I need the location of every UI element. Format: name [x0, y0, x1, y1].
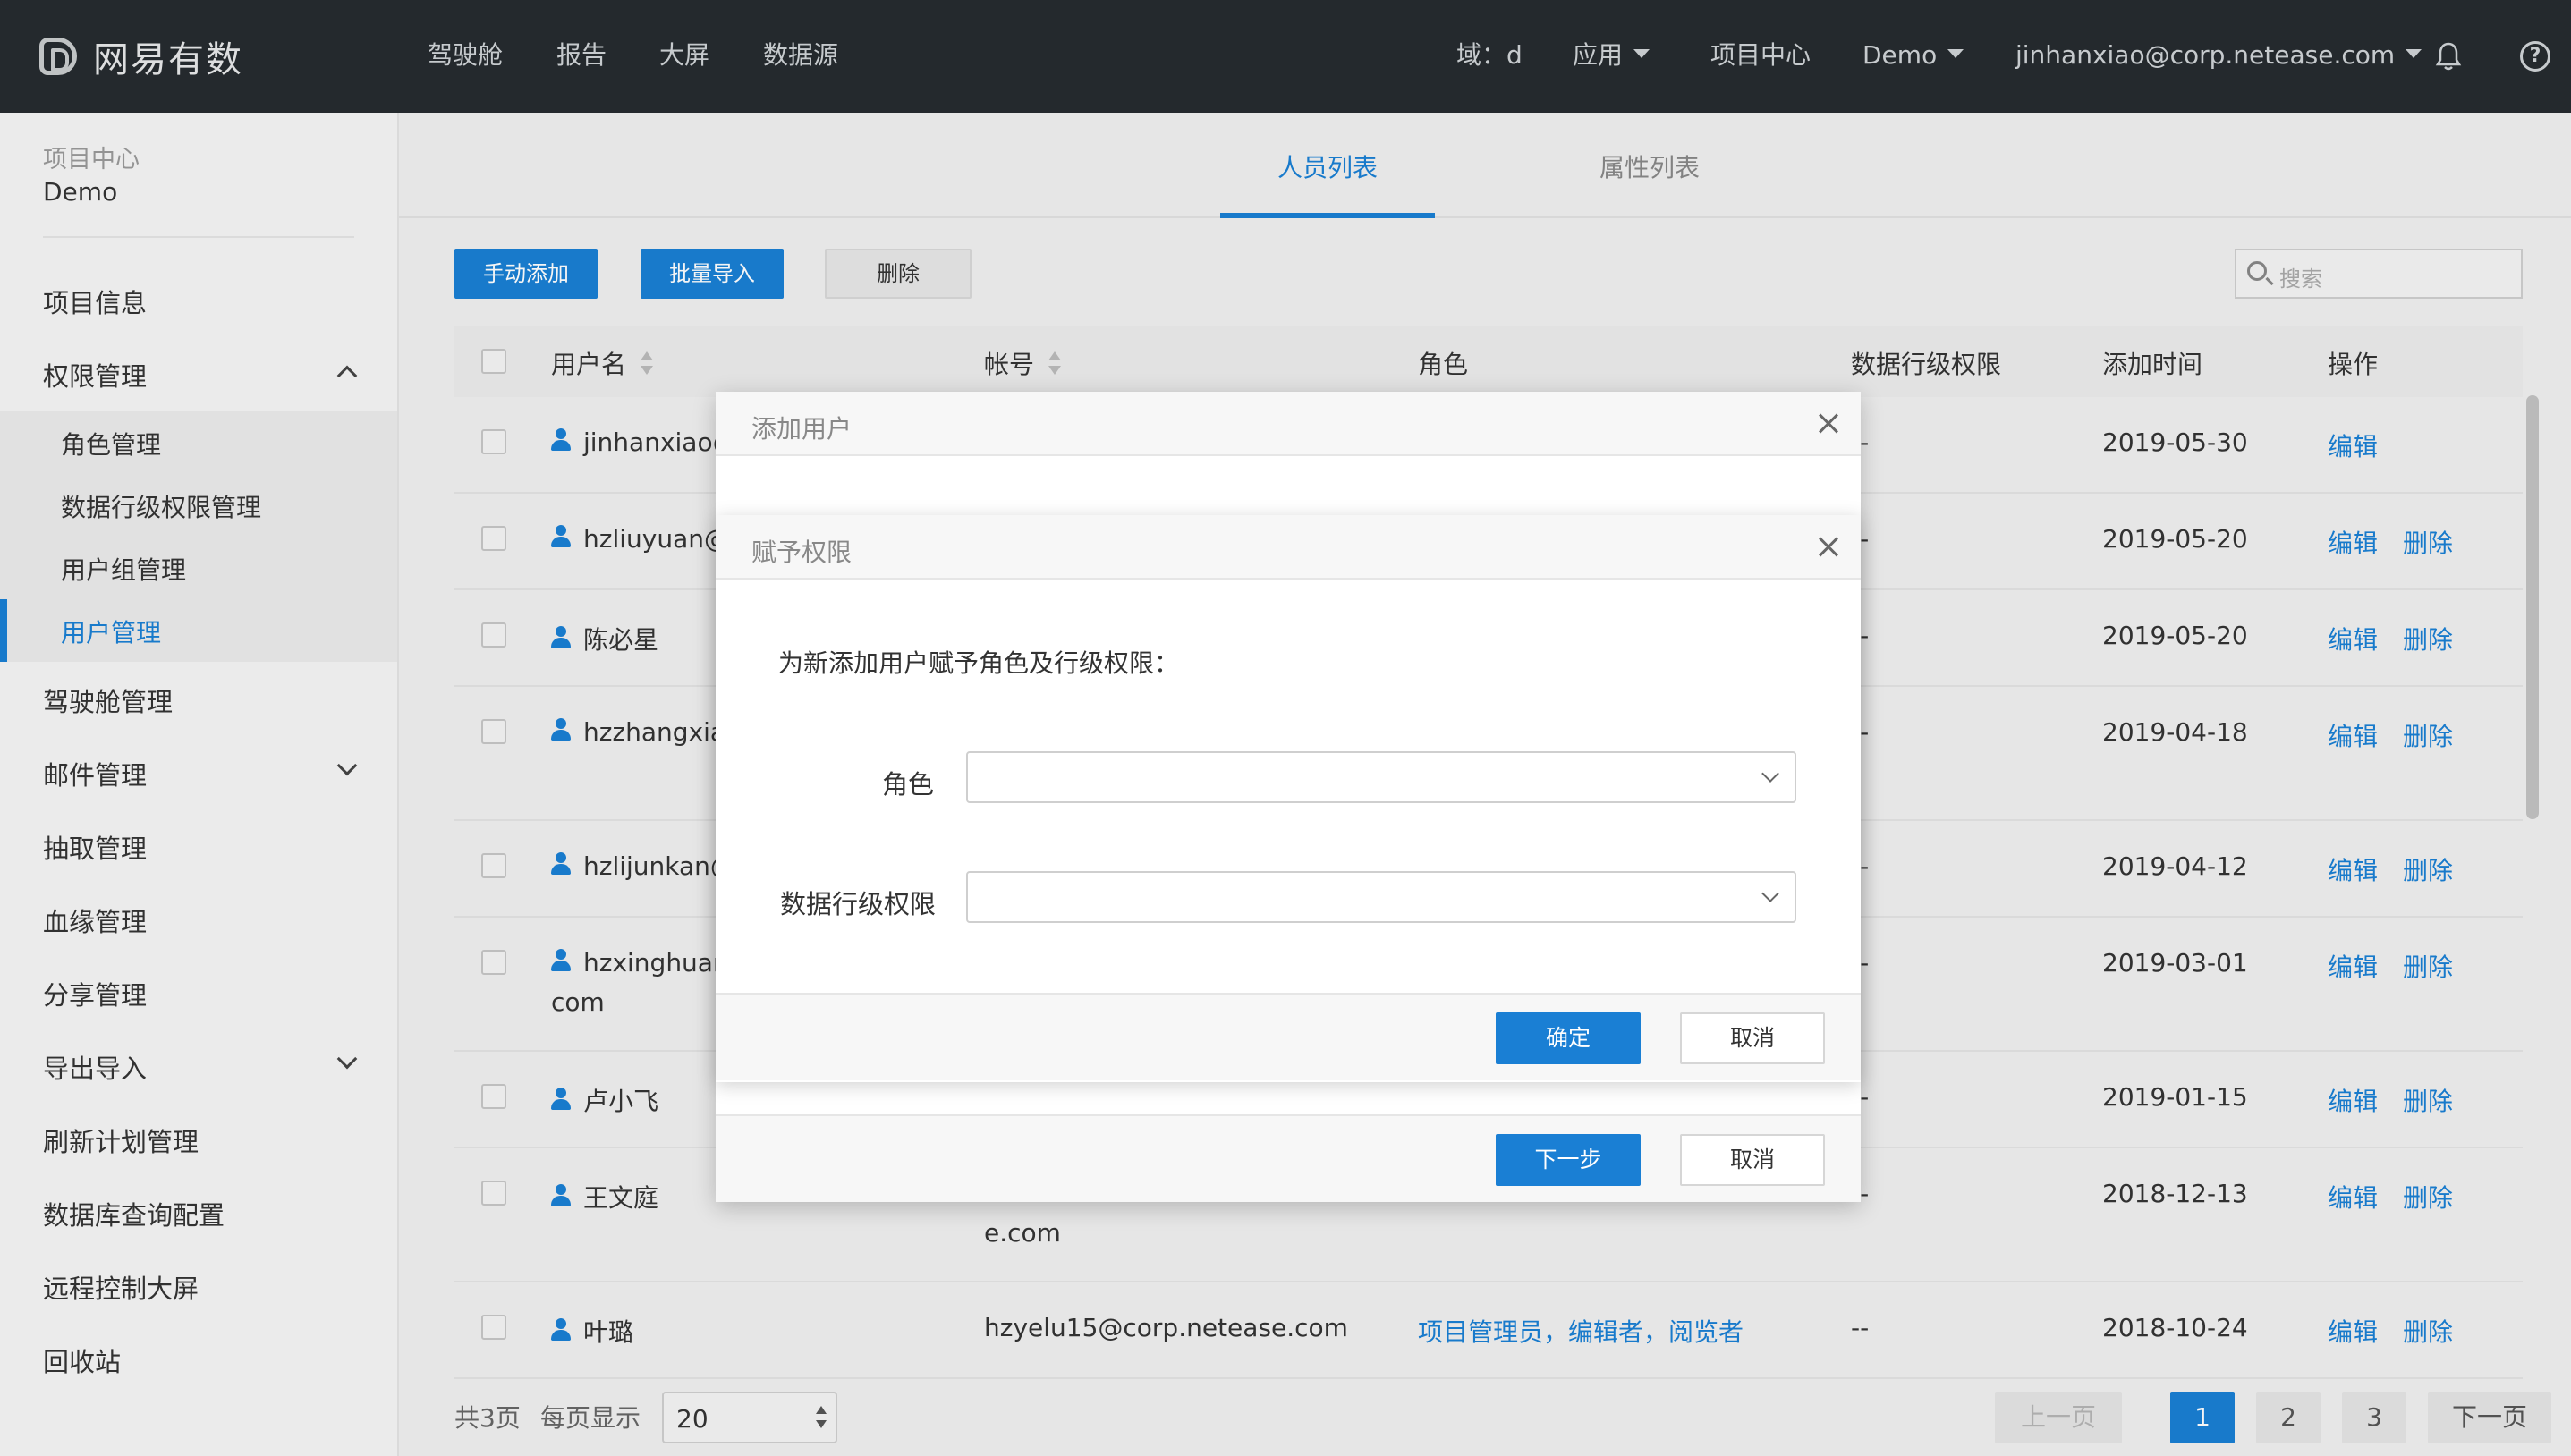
chevron-down-icon — [1761, 885, 1779, 902]
grant-permission-dialog: 赋予权限 为新添加用户赋予角色及行级权限： 角色 数据行级权限 确定 取消 — [716, 515, 1861, 1082]
grant-dialog-title: 赋予权限 — [751, 538, 853, 567]
grant-cancel-button[interactable]: 取消 — [1680, 1012, 1825, 1064]
confirm-button[interactable]: 确定 — [1496, 1012, 1641, 1064]
add-user-dialog-footer: 下一步 取消 — [716, 1114, 1861, 1202]
add-user-dialog-title: 添加用户 — [751, 414, 853, 444]
add-user-cancel-button[interactable]: 取消 — [1680, 1134, 1825, 1186]
grant-dialog-footer: 确定 取消 — [716, 993, 1861, 1080]
next-step-button[interactable]: 下一步 — [1496, 1134, 1641, 1186]
row-perm-label: 数据行级权限 — [780, 889, 937, 919]
add-user-dialog-header: 添加用户 — [716, 392, 1861, 456]
row-perm-select[interactable] — [966, 871, 1796, 923]
close-icon[interactable] — [1812, 408, 1845, 440]
chevron-down-icon — [1761, 765, 1779, 783]
role-select[interactable] — [966, 751, 1796, 803]
grant-intro-text: 为新添加用户赋予角色及行级权限： — [778, 648, 1180, 678]
role-label: 角色 — [882, 769, 935, 800]
add-user-dialog: 添加用户 下一步 取消 赋予权限 为新添加用户赋予角色及行级权限： 角色 数据行… — [716, 392, 1861, 1202]
grant-dialog-header: 赋予权限 — [716, 515, 1861, 580]
close-icon[interactable] — [1812, 531, 1845, 563]
